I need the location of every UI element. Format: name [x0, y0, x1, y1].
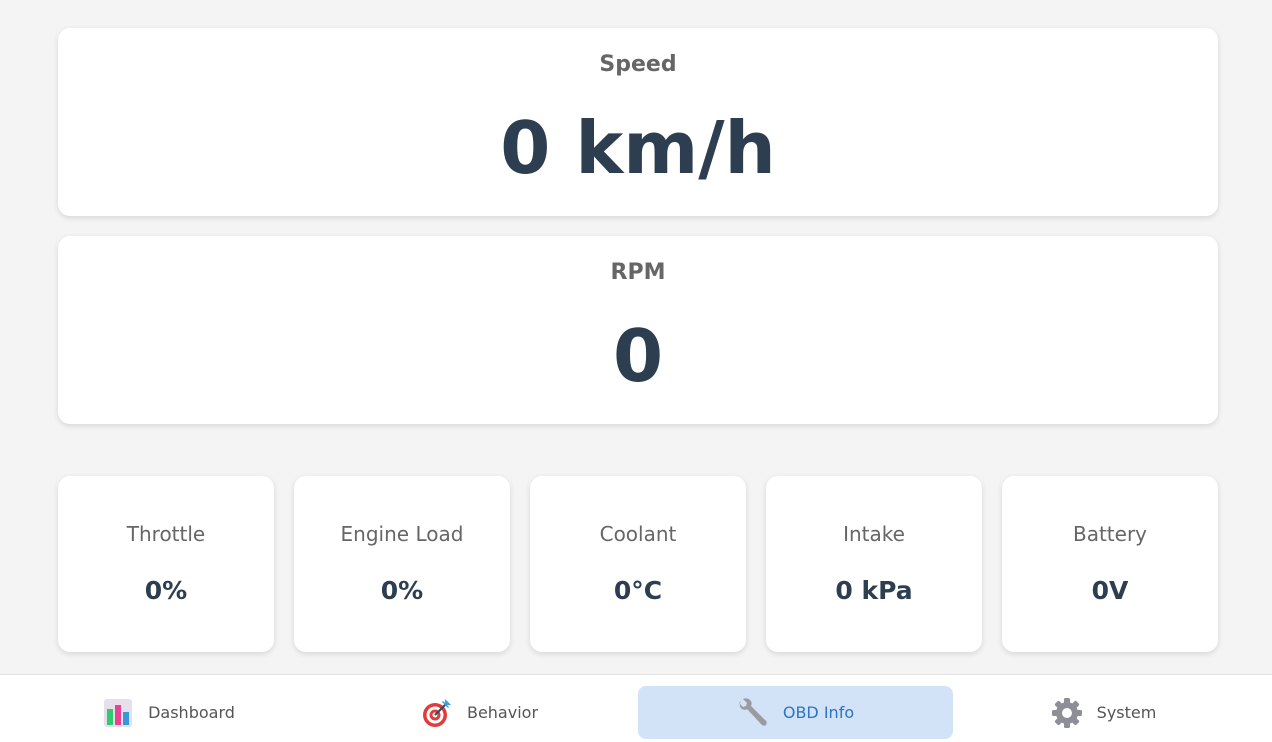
engine-load-label: Engine Load [340, 522, 464, 546]
gear-icon [1051, 697, 1083, 729]
bottom-nav: Dashboard Behavior OBD Info System [0, 674, 1272, 742]
coolant-card: Coolant 0°C [530, 476, 746, 652]
nav-item-system[interactable]: System [946, 686, 1261, 739]
engine-load-value: 0% [380, 576, 424, 605]
engine-load-card: Engine Load 0% [294, 476, 510, 652]
target-icon [421, 697, 453, 729]
coolant-value: 0°C [613, 576, 663, 605]
nav-item-obd-info[interactable]: OBD Info [638, 686, 953, 739]
rpm-label: RPM [610, 260, 666, 285]
intake-value: 0 kPa [835, 576, 913, 605]
nav-label-obd-info: OBD Info [782, 703, 855, 722]
nav-item-behavior[interactable]: Behavior [322, 686, 637, 739]
nav-label-dashboard: Dashboard [148, 703, 235, 722]
coolant-label: Coolant [599, 522, 677, 546]
speed-label: Speed [599, 52, 677, 77]
battery-card: Battery 0V [1002, 476, 1218, 652]
throttle-card: Throttle 0% [58, 476, 274, 652]
intake-card: Intake 0 kPa [766, 476, 982, 652]
rpm-value: 0 [612, 314, 664, 398]
speed-value: 0 km/h [500, 106, 776, 190]
intake-label: Intake [843, 522, 905, 546]
rpm-card: RPM 0 [58, 236, 1218, 424]
battery-label: Battery [1072, 522, 1148, 546]
speed-card: Speed 0 km/h [58, 28, 1218, 216]
throttle-value: 0% [144, 576, 188, 605]
battery-value: 0V [1091, 576, 1129, 605]
throttle-label: Throttle [126, 522, 206, 546]
bar-chart-icon [102, 697, 134, 729]
nav-label-behavior: Behavior [466, 703, 539, 722]
nav-item-dashboard[interactable]: Dashboard [11, 686, 326, 739]
wrench-icon [737, 697, 769, 729]
nav-label-system: System [1096, 703, 1157, 722]
